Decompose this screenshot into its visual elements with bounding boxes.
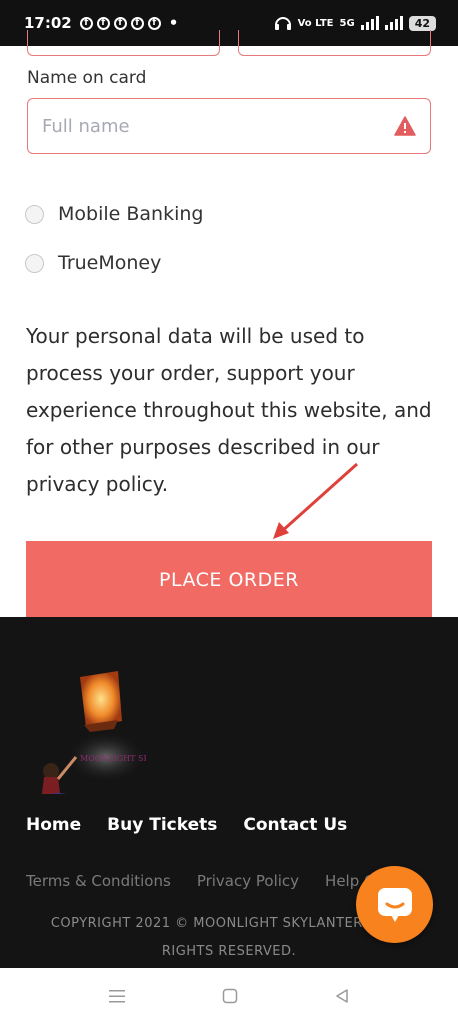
status-right: Vo LTE 5G 42 xyxy=(274,15,436,31)
warning-icon xyxy=(394,116,416,136)
back-icon[interactable] xyxy=(334,988,350,1004)
card-expiry-input[interactable] xyxy=(27,30,220,56)
facebook-icon: f xyxy=(147,16,161,30)
radio-button[interactable] xyxy=(25,204,44,224)
signal-icon xyxy=(384,16,403,30)
privacy-notice: Your personal data will be used to proce… xyxy=(26,324,432,496)
annotation-arrow-icon xyxy=(273,462,359,539)
payment-option-truemoney[interactable]: TrueMoney xyxy=(25,252,161,274)
headphones-icon xyxy=(274,17,291,30)
payment-option-label: TrueMoney xyxy=(58,252,162,274)
footer-nav-contact-us[interactable]: Contact Us xyxy=(243,815,347,835)
moonlight-skylantern-logo[interactable]: MOONLIGHT SKYLANTERN xyxy=(36,669,146,794)
footer-nav-buy-tickets[interactable]: Buy Tickets xyxy=(107,815,217,835)
home-icon[interactable] xyxy=(222,988,238,1004)
footer-links: Terms & Conditions Privacy Policy Help C… xyxy=(26,872,415,890)
facebook-icon: f xyxy=(113,16,127,30)
facebook-icon: f xyxy=(79,16,93,30)
network-label: Vo LTE xyxy=(297,17,334,29)
battery-indicator: 42 xyxy=(408,15,436,31)
name-input-placeholder: Full name xyxy=(42,115,130,137)
menu-icon[interactable] xyxy=(108,988,126,1004)
card-cvc-input[interactable] xyxy=(238,30,431,56)
payment-option-mobile-banking[interactable]: Mobile Banking xyxy=(25,203,203,225)
footer-nav: Home Buy Tickets Contact Us xyxy=(26,815,347,835)
network-type: 5G xyxy=(339,17,355,29)
chat-bubble-icon xyxy=(377,887,412,922)
footer-link-privacy[interactable]: Privacy Policy xyxy=(197,872,299,890)
chat-button[interactable] xyxy=(356,866,433,943)
place-order-button[interactable]: PLACE ORDER xyxy=(26,541,432,618)
payment-option-label: Mobile Banking xyxy=(58,203,204,225)
name-on-card-label: Name on card xyxy=(27,68,147,88)
footer-nav-home[interactable]: Home xyxy=(26,815,81,835)
name-on-card-input[interactable]: Full name xyxy=(27,98,431,154)
footer-link-terms[interactable]: Terms & Conditions xyxy=(26,872,171,890)
logo-text: MOONLIGHT SKYLANTERN xyxy=(80,754,146,763)
system-nav-bar xyxy=(0,968,458,1024)
signal-icon xyxy=(360,16,379,30)
radio-button[interactable] xyxy=(25,253,44,273)
notification-icons: f f f f f xyxy=(79,16,161,30)
facebook-icon: f xyxy=(130,16,144,30)
facebook-icon: f xyxy=(96,16,110,30)
copyright-line-2: RIGHTS RESERVED. xyxy=(161,944,297,959)
